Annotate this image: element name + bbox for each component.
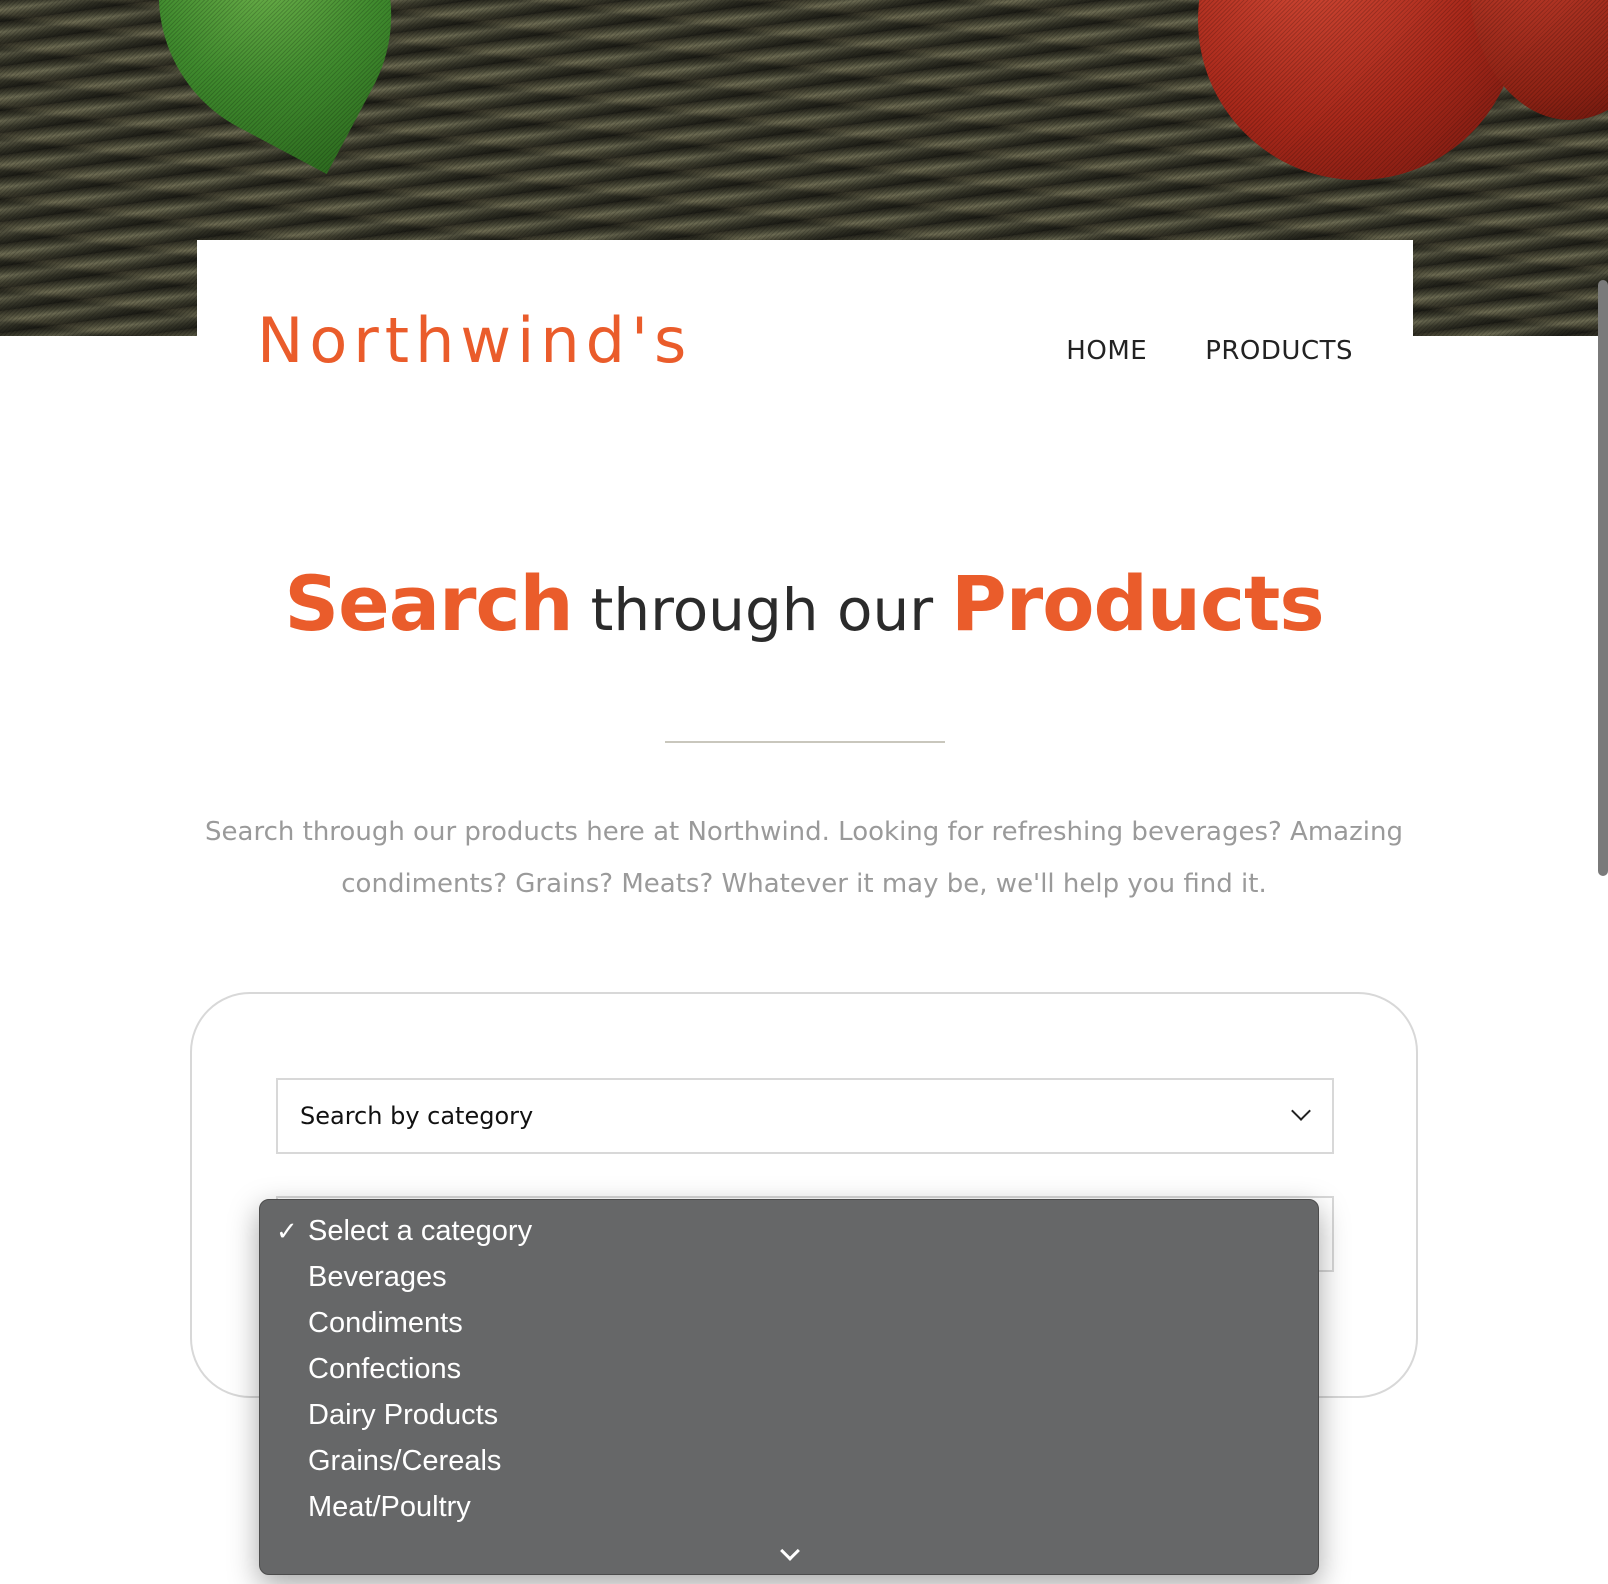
page-title: Search through our Products xyxy=(0,566,1608,642)
site-header: Northwind's HOME PRODUCTS xyxy=(197,240,1413,420)
title-middle: through our xyxy=(590,576,934,644)
title-divider xyxy=(665,741,945,743)
nav-products-link[interactable]: PRODUCTS xyxy=(1205,336,1353,366)
category-dropdown-menu[interactable]: ✓ Select a category Beverages Condiments… xyxy=(259,1199,1319,1575)
nav-home-link[interactable]: HOME xyxy=(1066,336,1147,366)
category-option-select[interactable]: Select a category xyxy=(308,1217,532,1246)
title-accent-products: Products xyxy=(951,559,1325,648)
search-mode-value: Search by category xyxy=(300,1102,534,1130)
category-option-grains-cereals[interactable]: Grains/Cereals xyxy=(308,1447,501,1476)
search-mode-select[interactable]: Search by category xyxy=(276,1078,1334,1154)
category-option-condiments[interactable]: Condiments xyxy=(308,1309,463,1338)
category-option-confections[interactable]: Confections xyxy=(308,1355,461,1384)
page-scrollbar[interactable] xyxy=(1598,280,1608,876)
chevron-down-icon xyxy=(1291,1101,1311,1121)
category-option-dairy-products[interactable]: Dairy Products xyxy=(308,1401,498,1430)
category-option-meat-poultry[interactable]: Meat/Poultry xyxy=(308,1493,471,1522)
chevron-down-icon[interactable] xyxy=(780,1541,800,1561)
category-option-beverages[interactable]: Beverages xyxy=(308,1263,447,1292)
title-accent-search: Search xyxy=(284,559,573,648)
main-nav: HOME PRODUCTS xyxy=(1066,336,1353,366)
site-logo[interactable]: Northwind's xyxy=(257,310,692,372)
intro-paragraph: Search through our products here at Nort… xyxy=(205,817,1403,899)
checkmark-icon: ✓ xyxy=(276,1217,298,1247)
